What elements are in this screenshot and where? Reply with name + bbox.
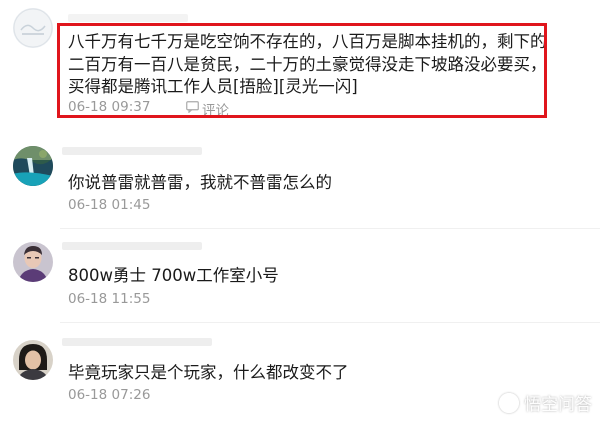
highlight-frame xyxy=(57,23,547,118)
comment-text: 你说普雷就普雷，我就不普雷怎么的 xyxy=(68,173,332,192)
comment-text: 毕竟玩家只是个玩家，什么都改变不了 xyxy=(68,363,349,382)
comment-date: 06-18 11:55 xyxy=(68,291,151,307)
comment-date: 06-18 01:45 xyxy=(68,197,151,213)
divider xyxy=(60,322,600,323)
avatar[interactable] xyxy=(13,8,53,48)
divider xyxy=(60,228,600,229)
comment-date: 06-18 07:26 xyxy=(68,387,151,403)
faded-avatar-image xyxy=(13,8,53,48)
avatar[interactable] xyxy=(13,242,53,282)
username-redacted xyxy=(62,147,202,155)
waterfall-landscape-avatar xyxy=(13,146,53,186)
username-redacted xyxy=(62,338,212,346)
person-portrait-avatar xyxy=(13,242,53,282)
avatar[interactable] xyxy=(13,146,53,186)
watermark-text: 悟空问答 xyxy=(524,395,592,415)
dark-hair-portrait-avatar xyxy=(13,340,53,380)
username-redacted xyxy=(68,14,188,22)
comment-text: 800w勇士 700w工作室小号 xyxy=(68,266,279,285)
avatar[interactable] xyxy=(13,340,53,380)
watermark: 悟空问答 xyxy=(499,390,592,415)
wukong-logo-icon xyxy=(499,392,519,413)
username-redacted xyxy=(62,242,202,250)
